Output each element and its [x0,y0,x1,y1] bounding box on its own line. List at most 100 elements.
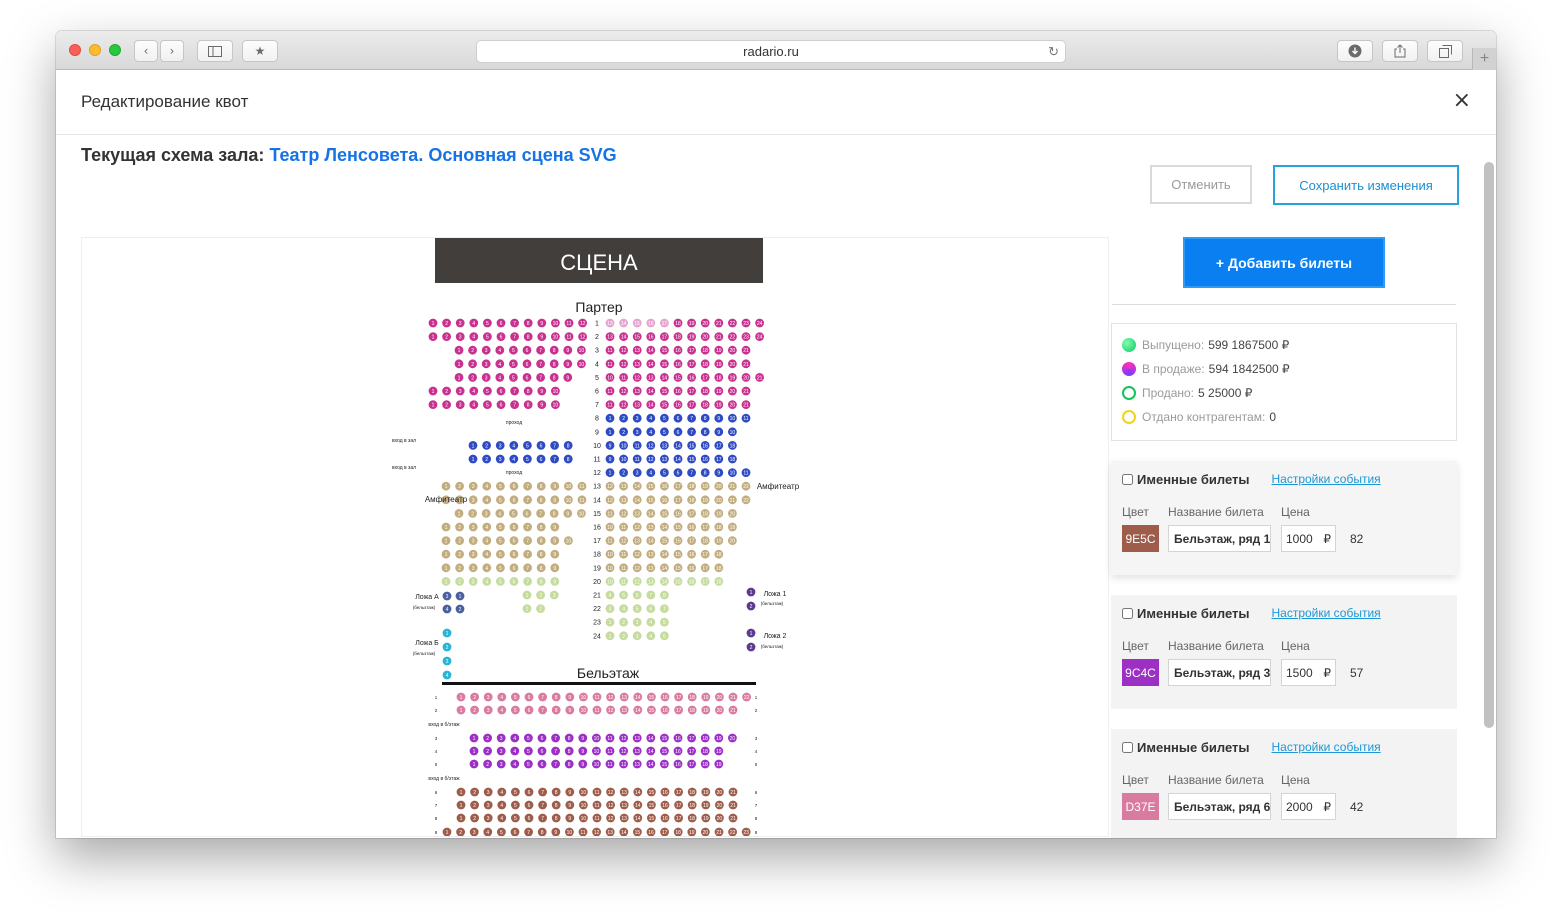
scheme-label: Текущая схема зала: [81,145,265,165]
box-a-label: Ложа А [415,594,439,601]
seat-number: 13 [621,708,627,714]
seat-number: 4 [485,552,488,558]
ticket-name-input[interactable]: Бельэтаж, ряд 1 [1168,525,1271,552]
color-swatch[interactable]: 9C4C [1122,659,1159,686]
event-settings-link[interactable]: Настройки события [1271,606,1380,620]
scrollbar-thumb[interactable] [1484,162,1494,728]
box-sub-label: (бельэтаж) [761,601,784,606]
seat-number: 5 [499,566,502,572]
seat-number: 17 [716,443,722,449]
color-swatch[interactable]: 9E5C [1122,525,1159,552]
named-tickets-checkbox[interactable] [1122,473,1133,485]
address-bar[interactable]: radario.ru ↻ [476,40,1066,63]
seat-number: 10 [594,749,600,755]
seat-number: 6 [513,579,516,585]
seat-number: 6 [528,803,531,809]
share-button[interactable] [1382,40,1418,62]
price-input[interactable]: 1500 ₽ [1281,659,1336,686]
seat-number: 15 [649,708,655,714]
seat-number: 18 [730,443,736,449]
seat-number: 5 [527,736,530,742]
color-swatch[interactable]: D37E [1122,793,1159,820]
ticket-name-input[interactable]: Бельэтаж, ряд 3 [1168,659,1271,686]
seat-number: 5 [663,430,666,436]
seat-number: 4 [513,762,516,768]
price-label: Цена [1281,773,1310,787]
window-close-button[interactable] [69,44,81,56]
seat-number: 9 [540,335,543,341]
seat-number: 10 [607,566,613,572]
seat-number: 11 [635,443,640,449]
ticket-name-label: Название билета [1168,773,1264,787]
price-input[interactable]: 1000 ₽ [1281,525,1336,552]
back-button[interactable]: ‹ [134,40,158,62]
row-number: 22 [593,606,601,613]
seat-number: 3 [459,389,462,395]
reload-icon[interactable]: ↻ [1048,44,1059,60]
seat-number: 17 [689,348,695,354]
seat-number: 15 [689,457,695,463]
seat-number: 20 [730,403,736,409]
seat-number: 7 [526,552,529,558]
close-icon[interactable]: × [1453,88,1471,113]
seat-number: 14 [648,389,654,395]
sidebar-icon [208,45,222,57]
sidebar-button[interactable] [197,40,233,62]
save-button[interactable]: Сохранить изменения [1273,165,1459,205]
seat-number: 2 [446,645,449,651]
seat-number: 5 [527,749,530,755]
hall-scheme: СЦЕНА Партер 1 1 2 3 4 5 6 7 8 9 10 11 12 13 14 15 16 17 18 1… [81,237,1109,837]
event-settings-link[interactable]: Настройки события [1271,472,1380,486]
seat-number: 11 [607,762,612,768]
seat-number: 5 [486,389,489,395]
seat-number: 3 [636,416,639,422]
seat-number: 15 [649,695,655,701]
seat-number: 11 [566,335,571,341]
new-tab-button[interactable]: + [1472,48,1496,70]
seat-number: 17 [675,498,681,504]
seat-number: 14 [648,762,654,768]
seat-number: 13 [662,457,668,463]
seat-number: 4 [498,511,501,517]
window-maximize-button[interactable] [109,44,121,56]
scheme-link[interactable]: Театр Ленсовета. Основная сцена SVG [269,145,616,165]
seat-number: 14 [662,579,668,585]
seat-number: 8 [704,471,707,477]
stat-label: В продаже: [1142,362,1205,376]
seat-number: 18 [689,816,695,822]
seat-number: 17 [716,457,722,463]
price-input[interactable]: 2000 ₽ [1281,793,1336,820]
seat-number: 11 [607,736,612,742]
seat-number: 18 [730,457,736,463]
seat-number: 6 [500,335,503,341]
browser-toolbar: ‹ › ★ radario.ru ↻ + [56,31,1496,70]
seat-number: 7 [526,498,529,504]
named-tickets-checkbox[interactable] [1122,741,1133,753]
seat-number: 2 [750,645,753,651]
tabs-overview-button[interactable] [1427,40,1463,62]
add-tickets-button[interactable]: + Добавить билеты [1183,237,1385,288]
seat-number: 2 [539,593,542,599]
window-minimize-button[interactable] [89,44,101,56]
seat-number: 17 [689,389,695,395]
seat-number: 12 [634,525,640,531]
seat-number: 19 [716,348,722,354]
named-tickets-checkbox[interactable] [1122,607,1133,619]
seat-number: 15 [662,511,668,517]
cancel-button[interactable]: Отменить [1150,165,1252,204]
seat-number: 16 [675,389,681,395]
forward-button[interactable]: › [160,40,184,62]
seat-number: 2 [458,539,461,545]
color-label: Цвет [1122,505,1149,519]
seat-number: 7 [526,525,529,531]
gradient-magenta-dot-icon [1122,362,1136,376]
bookmarks-button[interactable]: ★ [242,40,278,62]
seat-number: 19 [689,335,695,341]
downloads-button[interactable] [1337,40,1373,62]
event-settings-link[interactable]: Настройки события [1271,740,1380,754]
ticket-name-input[interactable]: Бельэтаж, ряд 6 [1168,793,1271,820]
seat-number: 3 [499,443,502,449]
seat-number: 4 [649,620,652,626]
color-label: Цвет [1122,639,1149,653]
seat-number: 10 [607,375,613,381]
